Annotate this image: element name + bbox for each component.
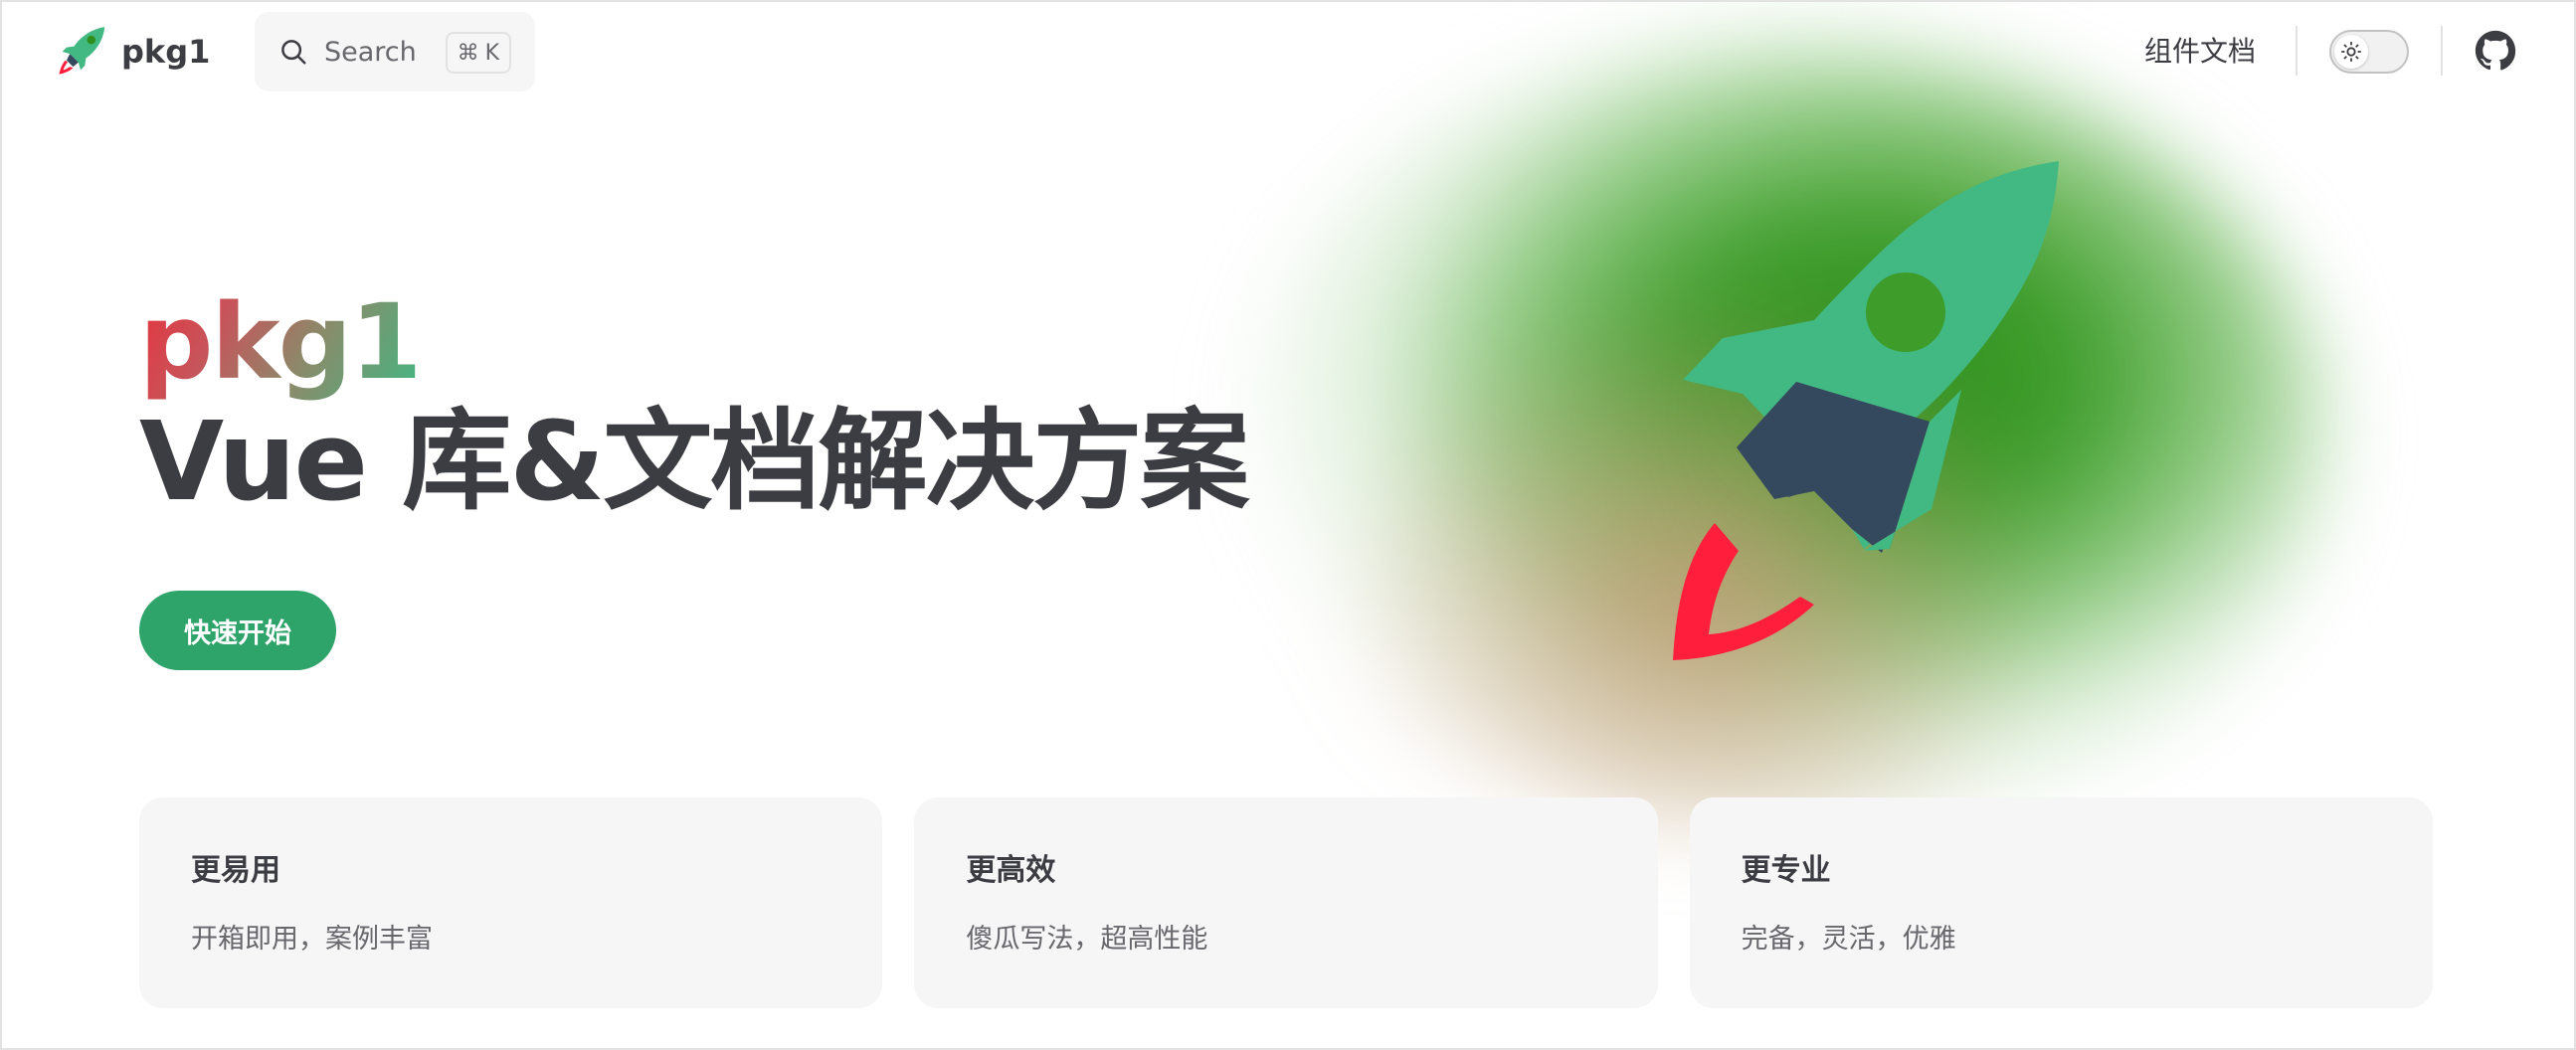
nav-divider [2441,26,2443,76]
sun-icon [2340,41,2362,63]
feature-card: 更专业 完备，灵活，优雅 [1689,797,2433,1008]
toggle-knob [2334,35,2368,69]
search-shortcut: ⌘ K [445,32,511,74]
features: 更易用 开箱即用，案例丰富 更高效 傻瓜写法，超高性能 更专业 完备，灵活，优雅 [139,797,2433,1008]
rocket-icon [1673,161,2059,660]
nav-link-component-docs[interactable]: 组件文档 [2144,30,2256,70]
command-key: ⌘ [457,40,479,66]
hero-tagline: Vue 库&文档解决方案 [139,398,1249,525]
search-label: Search [324,36,417,68]
brand-link[interactable]: pkg1 [54,22,210,82]
search-icon [281,40,306,65]
page: pkg1 Search ⌘ K 组件文档 pkg1 Vue 库&文档解决方案 快… [0,0,2576,1050]
feature-title: 更专业 [1741,853,1831,888]
feature-title: 更高效 [966,853,1056,888]
theme-toggle[interactable] [2329,30,2409,74]
feature-card: 更易用 开箱即用，案例丰富 [139,797,883,1008]
feature-details: 傻瓜写法，超高性能 [966,924,1208,955]
get-started-button[interactable]: 快速开始 [139,591,336,670]
feature-details: 开箱即用，案例丰富 [191,924,433,955]
top-nav: pkg1 Search ⌘ K 组件文档 [2,2,2574,101]
hero-name: pkg1 [139,281,422,403]
feature-title: 更易用 [191,853,280,888]
nav-divider [2296,26,2298,76]
k-key: K [484,40,499,66]
rocket-logo-icon [59,27,105,75]
github-icon[interactable] [2475,30,2516,72]
feature-card: 更高效 傻瓜写法，超高性能 [914,797,1658,1008]
search-button[interactable]: Search ⌘ K [255,12,535,91]
brand-name: pkg1 [121,33,211,71]
feature-details: 完备，灵活，优雅 [1741,924,1956,955]
